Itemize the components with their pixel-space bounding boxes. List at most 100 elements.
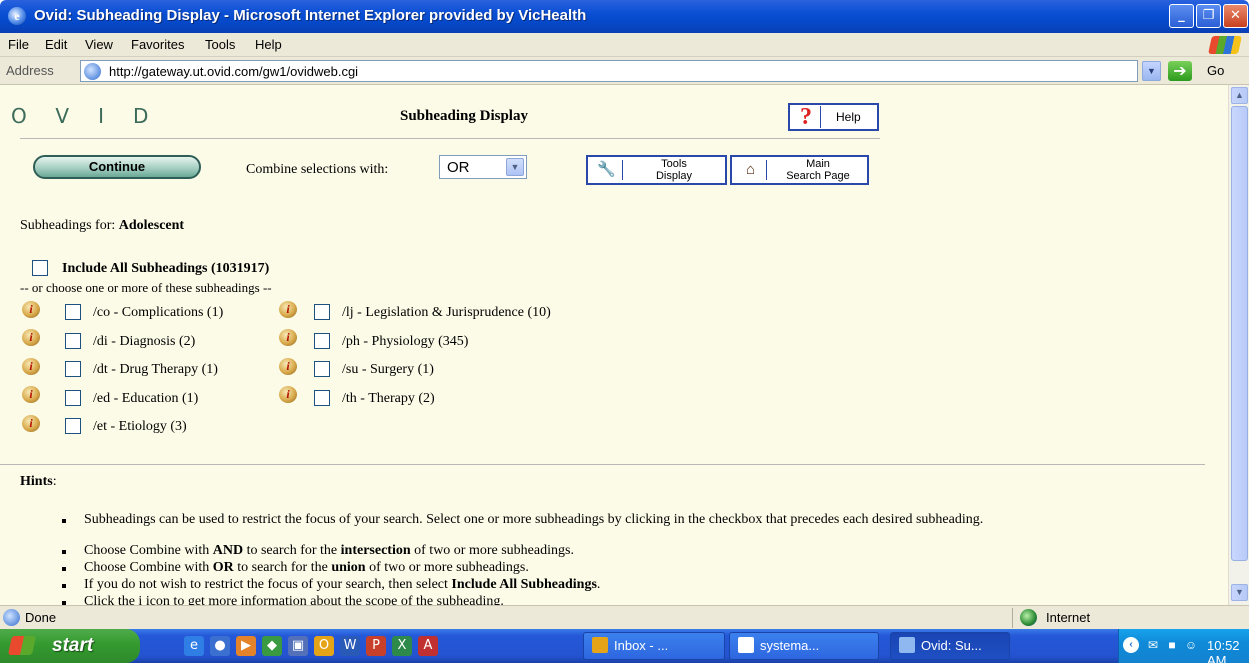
help-button[interactable]: ? Help [788,103,879,131]
hint-text: to search for the [243,543,341,558]
ie-quicklaunch-icon[interactable]: e [184,636,204,656]
subheading-checkbox-di[interactable] [65,333,81,349]
go-button[interactable]: Go [1207,63,1224,78]
help-label: Help [836,110,861,124]
tools-display-label: Tools Display [624,158,724,182]
info-icon[interactable]: i [22,329,40,346]
include-all-checkbox[interactable] [32,260,48,276]
hint-text: Subheadings can be used to restrict the … [84,512,984,527]
window-titlebar[interactable]: e Ovid: Subheading Display - Microsoft I… [0,0,1249,33]
hint-text: Choose Combine with [84,560,213,575]
wrench-icon: 🔧 [591,160,623,180]
scroll-thumb[interactable] [1231,106,1248,561]
main-search-page-button[interactable]: ⌂ Main Search Page [730,155,869,185]
menu-tools[interactable]: Tools [205,37,235,52]
minimize-button[interactable]: _ [1169,4,1194,28]
network-icon[interactable]: ■ [1164,638,1180,652]
status-text: Done [25,610,57,625]
status-bar: Done Internet [0,605,1249,629]
status-separator [1012,608,1013,628]
subheading-checkbox-et[interactable] [65,418,81,434]
powerpoint-quicklaunch-icon[interactable]: P [366,636,386,656]
combine-select[interactable]: OR ▼ [439,155,527,179]
subheading-checkbox-ph[interactable] [314,333,330,349]
info-icon[interactable]: i [22,386,40,403]
info-icon[interactable]: i [279,329,297,346]
ovid-logo-text: OVID [11,104,178,128]
taskbar-button-active[interactable]: Ovid: Su... [890,632,1010,660]
excel-quicklaunch-icon[interactable]: X [392,636,412,656]
info-icon[interactable]: i [22,301,40,318]
subheading-checkbox-dt[interactable] [65,361,81,377]
close-button[interactable]: ✕ [1223,4,1248,28]
info-icon[interactable]: i [22,415,40,432]
clock: 10:52 AM [1207,638,1240,663]
ovid-logo: OVID [11,104,177,128]
subheading-checkbox-lj[interactable] [314,304,330,320]
scroll-up-icon[interactable]: ▲ [1231,87,1248,104]
hint-bold: AND [212,543,244,558]
chevron-down-icon[interactable]: ▼ [506,158,524,176]
word-quicklaunch-icon[interactable]: W [340,636,360,656]
app-quicklaunch-icon[interactable]: ◆ [262,636,282,656]
combine-value: OR [447,159,470,176]
info-icon[interactable]: i [279,301,297,318]
subheading-checkbox-co[interactable] [65,304,81,320]
task-label: systema... [760,638,820,653]
menu-file[interactable]: File [8,37,29,52]
address-input[interactable]: http://gateway.ut.ovid.com/gw1/ovidweb.c… [80,60,1138,82]
subheadings-prefix: Subheadings for: [20,218,116,233]
or-choose-text: -- or choose one or more of these subhea… [20,280,272,295]
outlook-quicklaunch-icon[interactable]: O [314,636,334,656]
vertical-scrollbar[interactable]: ▲ ▼ [1228,85,1249,605]
taskbar-button[interactable]: systema... [729,632,879,660]
info-icon[interactable]: i [279,358,297,375]
menu-view[interactable]: View [85,37,113,52]
menu-favorites[interactable]: Favorites [131,37,184,52]
word-icon [738,637,754,653]
users-icon[interactable]: ☺ [1183,638,1199,652]
task-label: Inbox - ... [614,638,669,653]
subheading-checkbox-th[interactable] [314,390,330,406]
windows-flag-icon [7,636,37,655]
tools-display-button[interactable]: 🔧 Tools Display [586,155,727,185]
tray-expand-icon[interactable]: ‹ [1123,637,1139,653]
hint-item: Click the i icon to get more information… [62,594,1174,605]
browser-quicklaunch-icon[interactable]: ● [210,636,230,656]
go-arrow-icon[interactable]: ➔ [1168,61,1192,81]
include-all-label: Include All Subheadings (1031917) [62,261,270,276]
subheading-label: /su - Surgery (1) [342,362,434,377]
scroll-down-icon[interactable]: ▼ [1231,584,1248,601]
address-dropdown-icon[interactable]: ▼ [1142,61,1161,81]
divider [0,464,1205,465]
main-search-label: Main Search Page [768,158,868,182]
info-icon[interactable]: i [279,386,297,403]
mail-icon[interactable]: ✉ [1145,638,1161,652]
hint-text: Choose Combine with [84,543,213,558]
maximize-button[interactable]: ❐ [1196,4,1221,28]
subheadings-for-line: Subheadings for: Adolescent [20,218,184,234]
page-done-icon [3,609,20,626]
menu-edit[interactable]: Edit [45,37,67,52]
subheading-label: /ph - Physiology (345) [342,334,469,349]
subheading-checkbox-su[interactable] [314,361,330,377]
hint-item: If you do not wish to restrict the focus… [62,577,1174,593]
info-icon[interactable]: i [22,358,40,375]
outlook-icon [592,637,608,653]
continue-button[interactable]: Continue [33,155,201,179]
hints-colon: : [52,474,57,489]
start-button[interactable]: start [0,629,140,663]
start-label: start [52,635,94,656]
security-zone: Internet [1046,610,1091,625]
subheading-label: /di - Diagnosis (2) [93,334,196,349]
page-content: OVID Subheading Display ? Help Continue … [0,85,1228,605]
menu-help[interactable]: Help [255,37,282,52]
taskbar-button[interactable]: Inbox - ... [583,632,725,660]
subject-term: Adolescent [118,218,185,233]
hint-text: of two or more subheadings. [410,543,574,558]
page-title: Subheading Display [400,108,528,124]
media-quicklaunch-icon[interactable]: ▶ [236,636,256,656]
desktop-quicklaunch-icon[interactable]: ▣ [288,636,308,656]
acrobat-quicklaunch-icon[interactable]: A [418,636,438,656]
subheading-checkbox-ed[interactable] [65,390,81,406]
